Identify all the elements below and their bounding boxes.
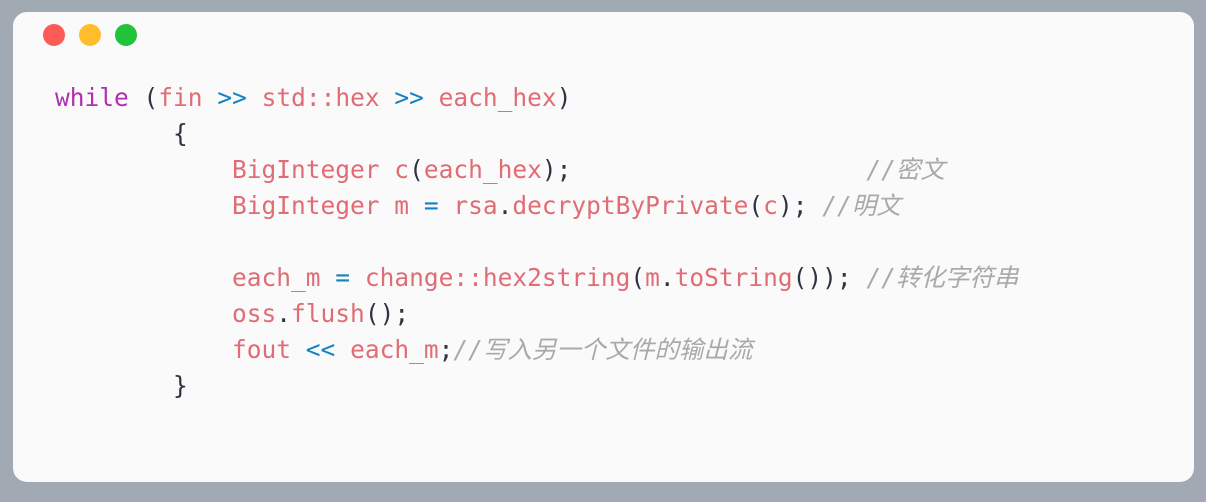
code-token-id: rsa [453,191,498,220]
code-token-op: = [423,191,439,220]
code-token-punct [380,191,395,220]
code-token-cmt: 转化字符串 [895,263,1019,292]
code-token-id: c [394,155,410,184]
code-token-punct: (); [364,299,410,328]
code-token-id: change::hex2string [364,263,631,292]
code-token-punct: ); [777,191,823,220]
code-token-punct: } [173,371,188,400]
code-line: BigInteger c(each_hex); //密文 [13,152,1194,188]
code-token-id: each_hex [438,83,557,112]
code-token-punct [247,83,262,112]
code-token-cmt-slash: // [453,335,483,364]
code-line: each_m = change::hex2string(m.toString()… [13,260,1194,296]
code-token-punct: ( [143,83,159,112]
code-token-punct [571,155,866,184]
code-token-punct [335,335,350,364]
code-token-punct: ()); [792,263,867,292]
code-token-id: each_m [232,263,321,292]
code-token-cmt-slash: // [866,263,896,292]
code-token-id: std::hex [261,83,380,112]
window-titlebar [13,12,1194,58]
code-token-op: >> [217,83,247,112]
code-line: fout << each_m;//写入另一个文件的输出流 [13,332,1194,368]
code-token-id: m [645,263,660,292]
code-token-cmt: 明文 [851,191,901,220]
code-token-op: = [335,263,351,292]
code-token-punct [424,83,439,112]
code-token-cmt: 密文 [895,155,945,184]
code-token-punct: ( [409,155,424,184]
code-token-punct [380,83,395,112]
code-token-id: decryptByPrivate [512,191,749,220]
code-token-punct [321,263,336,292]
code-token-punct: ( [748,191,764,220]
code-token-punct [291,335,306,364]
code-token-cmt-slash: // [822,191,852,220]
code-token-punct [439,191,454,220]
code-token-id: BigInteger [232,155,380,184]
code-window: while (fin >> std::hex >> each_hex) { Bi… [13,12,1194,482]
code-line: oss.flush(); [13,296,1194,332]
code-token-punct: ; [438,335,454,364]
code-token-punct [380,155,395,184]
code-token-id: each_hex [423,155,542,184]
code-token-punct [203,83,218,112]
code-token-punct: . [276,299,292,328]
code-token-id: toString [674,263,793,292]
code-token-id: m [394,191,410,220]
code-token-id: fin [158,83,203,112]
code-token-punct: . [659,263,675,292]
code-token-punct [409,191,424,220]
maximize-button[interactable] [115,24,137,46]
code-token-id: fout [232,335,292,364]
code-token-cmt-slash: // [866,155,896,184]
code-token-punct: ( [630,263,646,292]
code-line: BigInteger m = rsa.decryptByPrivate(c); … [13,188,1194,224]
code-token-id: each_m [350,335,439,364]
code-token-punct [350,263,365,292]
code-token-punct: ) [556,83,572,112]
code-line: while (fin >> std::hex >> each_hex) [13,80,1194,116]
code-line: { [13,116,1194,152]
close-button[interactable] [43,24,65,46]
code-token-op: >> [394,83,424,112]
code-token-id: BigInteger [232,191,380,220]
code-token-kw: while [55,83,129,112]
code-token-punct: . [497,191,513,220]
code-token-id: c [763,191,778,220]
code-token-punct [129,83,144,112]
code-token-id: flush [291,299,365,328]
code-token-cmt: 写入另一个文件的输出流 [482,335,753,364]
code-token-id: oss [232,299,277,328]
minimize-button[interactable] [79,24,101,46]
code-token-punct: ); [541,155,572,184]
code-token-punct: { [173,119,188,148]
code-token-op: << [305,335,336,364]
code-block[interactable]: while (fin >> std::hex >> each_hex) { Bi… [13,58,1194,404]
code-line: } [13,368,1194,404]
